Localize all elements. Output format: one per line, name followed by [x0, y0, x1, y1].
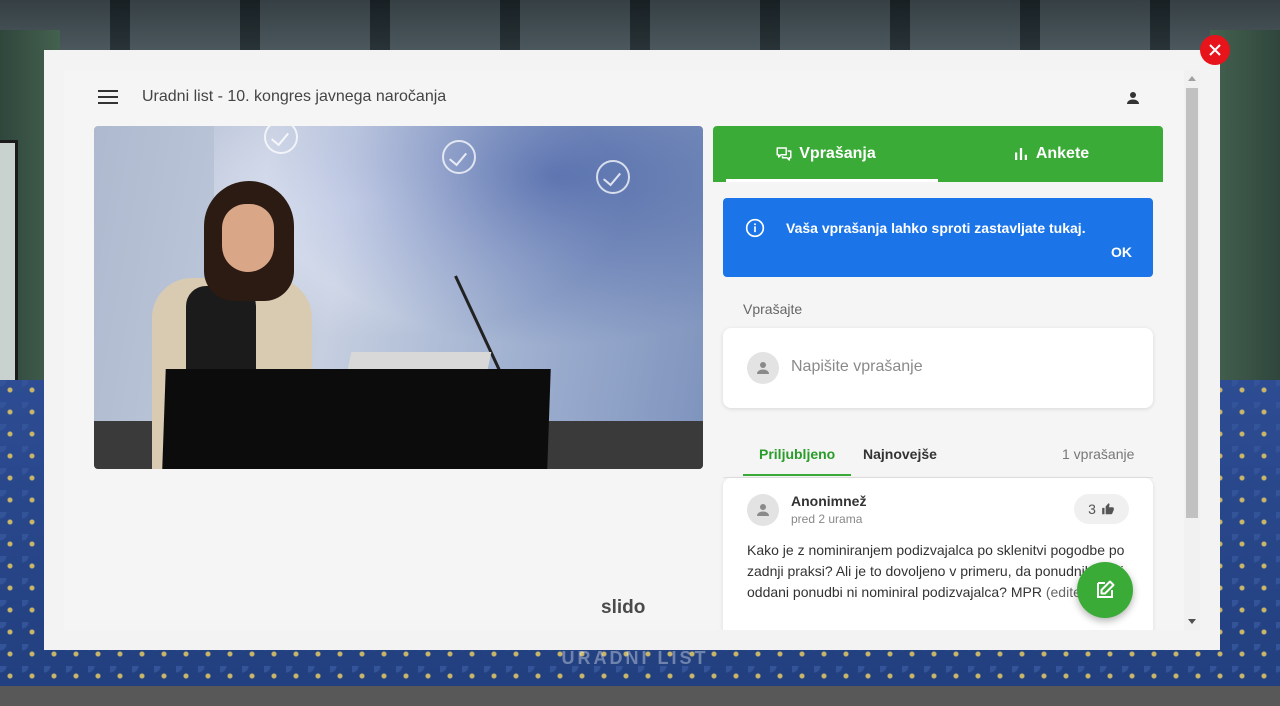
info-icon [745, 218, 765, 238]
page-title: Uradni list - 10. kongres javnega naroča… [142, 88, 447, 105]
hamburger-menu-icon[interactable] [98, 90, 118, 106]
bar-chart-icon [1014, 148, 1027, 160]
person-icon [757, 504, 769, 516]
app-header: Uradni list - 10. kongres javnega naroča… [64, 70, 1184, 126]
sort-tab-popular[interactable]: Priljubljeno [742, 446, 852, 476]
edit-icon [1097, 580, 1115, 598]
scroll-down-arrow-icon[interactable] [1188, 619, 1196, 624]
close-modal-button[interactable] [1200, 35, 1230, 65]
questions-polls-tabs: Vprašanja Ankete [713, 126, 1163, 182]
tab-polls[interactable]: Ankete [938, 126, 1163, 182]
tab-questions-label: Vprašanja [799, 145, 876, 162]
scrollbar-thumb[interactable] [1186, 88, 1198, 518]
slido-frame: Uradni list - 10. kongres javnega naroča… [64, 70, 1184, 630]
write-question-fab[interactable] [1077, 562, 1133, 618]
question-input-placeholder: Napišite vprašanje [791, 358, 923, 375]
person-icon [757, 362, 769, 374]
speaker-face [222, 204, 274, 272]
question-input-card[interactable]: Napišite vprašanje [723, 328, 1153, 408]
bottom-bar [0, 686, 1280, 706]
banner-ok-button[interactable]: OK [1111, 244, 1132, 260]
sort-tab-newest[interactable]: Najnovejše [863, 446, 937, 476]
question-author: Anonimnež [791, 493, 867, 509]
podium [162, 369, 551, 469]
like-count: 3 [1088, 501, 1096, 517]
close-icon [1209, 44, 1221, 56]
ask-label: Vprašajte [743, 301, 803, 317]
check-circle-icon [442, 140, 476, 174]
info-banner-text: Vaša vprašanja lahko sproti zastavljate … [786, 220, 1086, 236]
user-icon[interactable] [1124, 89, 1142, 107]
slido-logo: slido [601, 597, 646, 618]
chat-bubbles-icon [776, 147, 792, 161]
scroll-up-arrow-icon[interactable] [1188, 76, 1196, 81]
question-time: pred 2 urama [791, 512, 863, 526]
frame-scrollbar[interactable] [1184, 70, 1200, 630]
hall-right-wall [1210, 30, 1280, 430]
avatar [747, 352, 779, 384]
slido-modal: Uradni list - 10. kongres javnega naroča… [44, 50, 1220, 650]
tab-questions[interactable]: Vprašanja [713, 126, 938, 182]
avatar [747, 494, 779, 526]
question-count: 1 vprašanje [1062, 446, 1135, 462]
video-player[interactable] [94, 126, 703, 469]
hall-door [0, 140, 18, 400]
hall-sign: URADNI LIST [561, 648, 709, 668]
like-button[interactable]: 3 [1074, 494, 1129, 524]
check-circle-icon [596, 160, 630, 194]
thumbs-up-icon [1102, 503, 1114, 515]
tab-polls-label: Ankete [1035, 145, 1090, 162]
info-banner: Vaša vprašanja lahko sproti zastavljate … [723, 198, 1153, 277]
